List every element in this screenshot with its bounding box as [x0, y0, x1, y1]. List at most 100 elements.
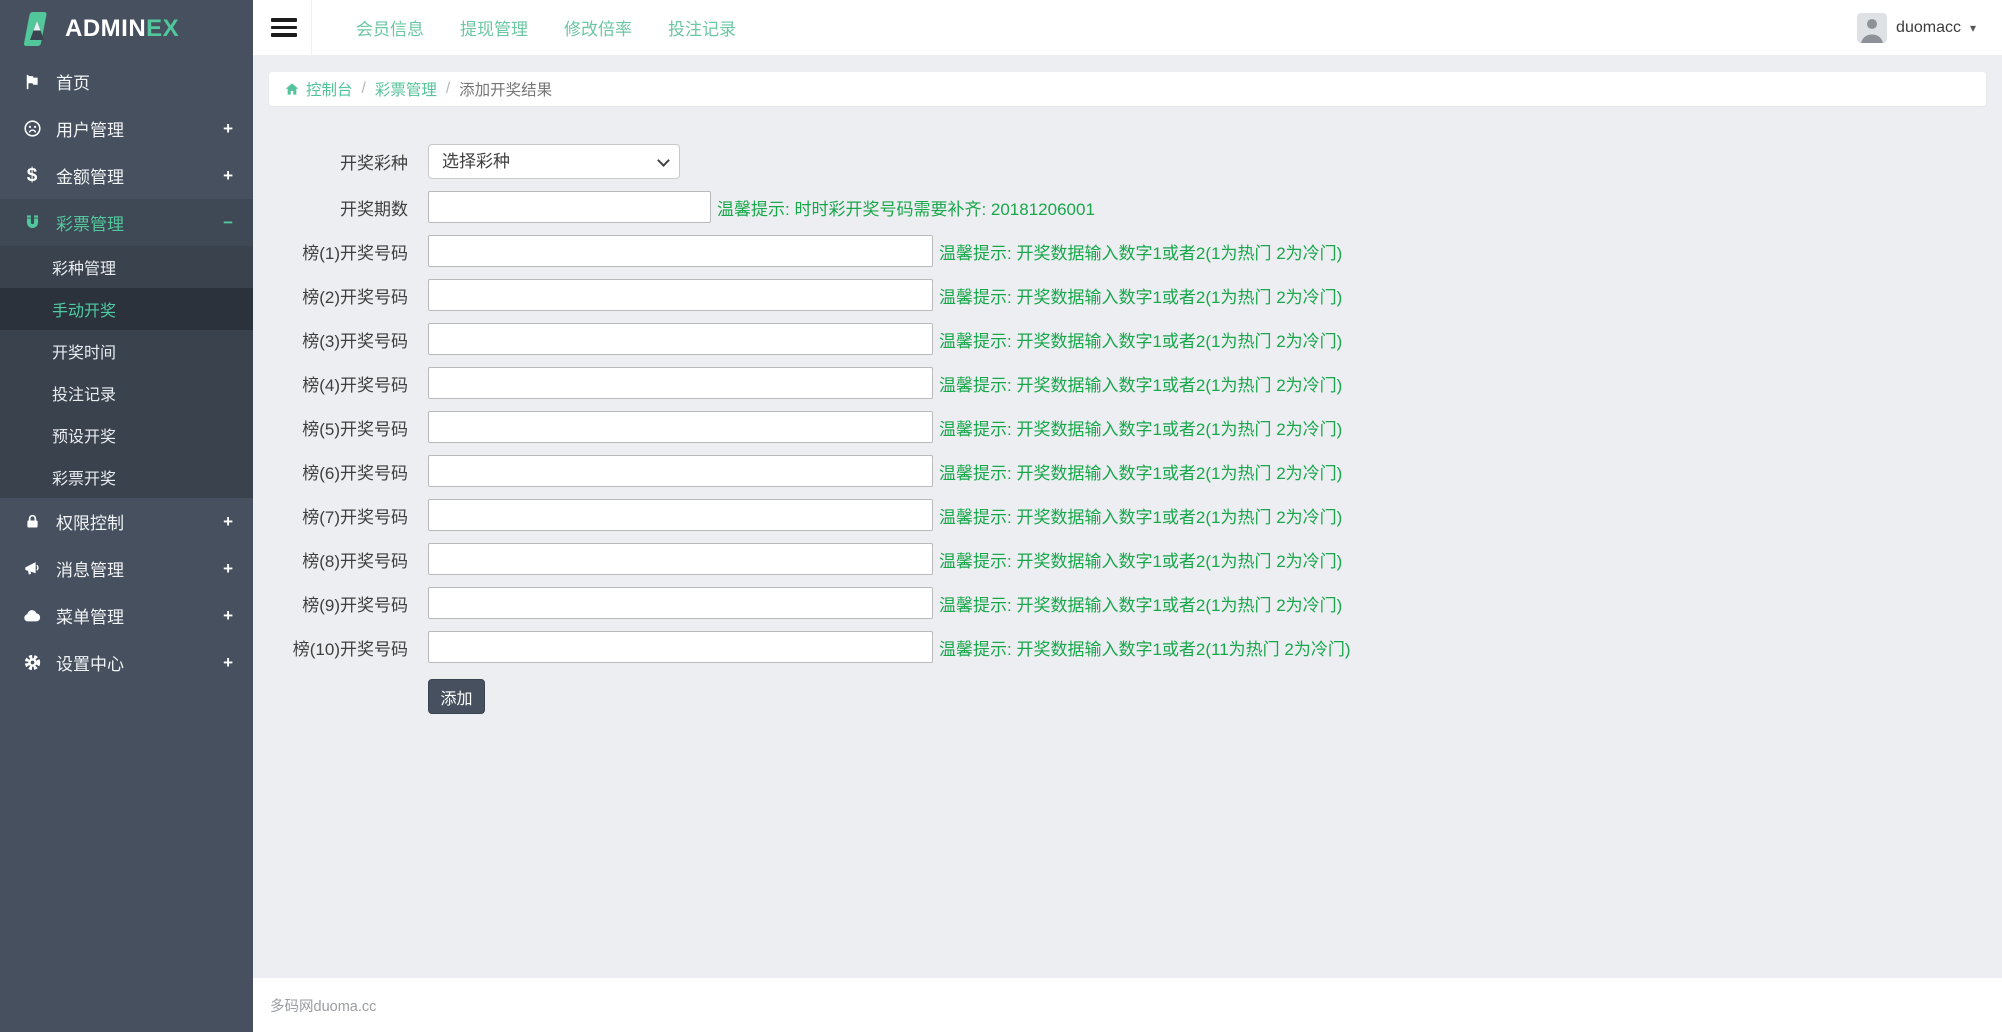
- expand-plus-icon[interactable]: +: [223, 653, 233, 673]
- rank-5-input[interactable]: [428, 411, 933, 443]
- rank-4-hint: 温馨提示: 开奖数据输入数字1或者2(1为热门 2为冷门): [939, 371, 1342, 396]
- nav-link-withdraw-management[interactable]: 提现管理: [460, 15, 528, 40]
- footer-text: 多码网duoma.cc: [270, 995, 376, 1016]
- form-row-rank-6: 榜(6)开奖号码 温馨提示: 开奖数据输入数字1或者2(1为热门 2为冷门): [269, 455, 1986, 487]
- rank-5-label: 榜(5)开奖号码: [269, 415, 408, 440]
- form-row-rank-10: 榜(10)开奖号码 温馨提示: 开奖数据输入数字1或者2(11为热门 2为冷门): [269, 631, 1986, 663]
- top-navbar: 会员信息 提现管理 修改倍率 投注记录 duomacc ▾: [253, 0, 2002, 56]
- rank-2-label: 榜(2)开奖号码: [269, 283, 408, 308]
- sidebar-item-permission-control[interactable]: 权限控制 +: [0, 498, 253, 545]
- logo-text: ADMINEX: [65, 15, 179, 43]
- form-row-rank-2: 榜(2)开奖号码 温馨提示: 开奖数据输入数字1或者2(1为热门 2为冷门): [269, 279, 1986, 311]
- content-area: 控制台 / 彩票管理 / 添加开奖结果 开奖彩种 选择彩种: [253, 56, 2002, 978]
- breadcrumb-link-lottery-management[interactable]: 彩票管理: [375, 78, 437, 100]
- rank-8-hint: 温馨提示: 开奖数据输入数字1或者2(1为热门 2为冷门): [939, 547, 1342, 572]
- sidebar-subitem-lottery-type[interactable]: 彩种管理: [0, 246, 253, 288]
- rank-6-hint: 温馨提示: 开奖数据输入数字1或者2(1为热门 2为冷门): [939, 459, 1342, 484]
- sidebar-subitem-lottery-draw[interactable]: 彩票开奖: [0, 456, 253, 498]
- main-area: 会员信息 提现管理 修改倍率 投注记录 duomacc ▾: [253, 0, 2002, 1032]
- breadcrumb-separator: /: [446, 80, 450, 98]
- navbar-divider: [311, 0, 312, 56]
- issue-number-input[interactable]: [428, 191, 711, 223]
- form-row-rank-5: 榜(5)开奖号码 温馨提示: 开奖数据输入数字1或者2(1为热门 2为冷门): [269, 411, 1986, 443]
- adminex-a-logo-icon: [16, 9, 56, 49]
- sidebar: ADMINEX 首页 用户管理 +: [0, 0, 253, 1032]
- sidebar-item-lottery-management[interactable]: 彩票管理 −: [0, 199, 253, 246]
- issue-number-hint: 温馨提示: 时时彩开奖号码需要补齐: 20181206001: [717, 195, 1095, 220]
- form-row-lottery-type: 开奖彩种 选择彩种: [269, 144, 1986, 179]
- logo[interactable]: ADMINEX: [0, 0, 253, 58]
- sidebar-item-user-management[interactable]: 用户管理 +: [0, 105, 253, 152]
- rank-7-input[interactable]: [428, 499, 933, 531]
- cloud-icon: [20, 606, 44, 626]
- collapse-minus-icon[interactable]: −: [223, 213, 233, 233]
- rank-3-input[interactable]: [428, 323, 933, 355]
- rank-7-label: 榜(7)开奖号码: [269, 503, 408, 528]
- footer: 多码网duoma.cc: [253, 978, 2002, 1032]
- expand-plus-icon[interactable]: +: [223, 166, 233, 186]
- sidebar-subitem-manual-draw[interactable]: 手动开奖: [0, 288, 253, 330]
- rank-8-input[interactable]: [428, 543, 933, 575]
- flag-icon: [20, 73, 44, 91]
- breadcrumb-separator: /: [362, 80, 366, 98]
- rank-9-hint: 温馨提示: 开奖数据输入数字1或者2(1为热门 2为冷门): [939, 591, 1342, 616]
- lottery-submenu: 彩种管理 手动开奖 开奖时间 投注记录 预设开奖 彩票开奖: [0, 246, 253, 498]
- issue-number-label: 开奖期数: [269, 195, 408, 220]
- expand-plus-icon[interactable]: +: [223, 119, 233, 139]
- add-button[interactable]: 添加: [428, 679, 485, 714]
- form-row-rank-7: 榜(7)开奖号码 温馨提示: 开奖数据输入数字1或者2(1为热门 2为冷门): [269, 499, 1986, 531]
- rank-1-hint: 温馨提示: 开奖数据输入数字1或者2(1为热门 2为冷门): [939, 239, 1342, 264]
- sidebar-item-menu-management[interactable]: 菜单管理 +: [0, 592, 253, 639]
- nav-link-modify-odds[interactable]: 修改倍率: [564, 15, 632, 40]
- rank-6-label: 榜(6)开奖号码: [269, 459, 408, 484]
- sidebar-item-message-management[interactable]: 消息管理 +: [0, 545, 253, 592]
- avatar: [1857, 13, 1887, 43]
- form-row-submit: 添加: [269, 679, 1986, 714]
- form-row-rank-1: 榜(1)开奖号码 温馨提示: 开奖数据输入数字1或者2(1为热门 2为冷门): [269, 235, 1986, 267]
- rank-9-input[interactable]: [428, 587, 933, 619]
- rank-1-input[interactable]: [428, 235, 933, 267]
- username: duomacc: [1896, 19, 1961, 37]
- hamburger-menu-icon[interactable]: [271, 18, 297, 37]
- sidebar-subitem-preset-draw[interactable]: 预设开奖: [0, 414, 253, 456]
- sidebar-item-settings-center[interactable]: 设置中心 +: [0, 639, 253, 686]
- breadcrumb-current-page: 添加开奖结果: [459, 78, 552, 100]
- rank-9-label: 榜(9)开奖号码: [269, 591, 408, 616]
- home-icon: [284, 81, 300, 97]
- rank-1-label: 榜(1)开奖号码: [269, 239, 408, 264]
- form-row-rank-4: 榜(4)开奖号码 温馨提示: 开奖数据输入数字1或者2(1为热门 2为冷门): [269, 367, 1986, 399]
- rank-2-hint: 温馨提示: 开奖数据输入数字1或者2(1为热门 2为冷门): [939, 283, 1342, 308]
- sidebar-subitem-draw-time[interactable]: 开奖时间: [0, 330, 253, 372]
- sidebar-item-home[interactable]: 首页: [0, 58, 253, 105]
- add-draw-result-form: 开奖彩种 选择彩种 开奖期数 温馨提示: 时时彩开奖号码需要补齐: 201812…: [269, 144, 1986, 714]
- user-menu[interactable]: duomacc ▾: [1857, 13, 1976, 43]
- rank-2-input[interactable]: [428, 279, 933, 311]
- form-row-rank-9: 榜(9)开奖号码 温馨提示: 开奖数据输入数字1或者2(1为热门 2为冷门): [269, 587, 1986, 619]
- lock-icon: [20, 513, 44, 530]
- megaphone-icon: [20, 559, 44, 578]
- rank-6-input[interactable]: [428, 455, 933, 487]
- rank-4-input[interactable]: [428, 367, 933, 399]
- expand-plus-icon[interactable]: +: [223, 559, 233, 579]
- nav-link-member-info[interactable]: 会员信息: [356, 15, 424, 40]
- expand-plus-icon[interactable]: +: [223, 512, 233, 532]
- magnet-icon: [20, 213, 44, 232]
- app-root: ADMINEX 首页 用户管理 +: [0, 0, 2002, 1032]
- rank-10-input[interactable]: [428, 631, 933, 663]
- rank-5-hint: 温馨提示: 开奖数据输入数字1或者2(1为热门 2为冷门): [939, 415, 1342, 440]
- form-row-issue-number: 开奖期数 温馨提示: 时时彩开奖号码需要补齐: 20181206001: [269, 191, 1986, 223]
- expand-plus-icon[interactable]: +: [223, 606, 233, 626]
- sidebar-nav: 首页 用户管理 + $ 金额管理 +: [0, 58, 253, 686]
- lottery-type-label: 开奖彩种: [269, 149, 408, 174]
- form-row-rank-3: 榜(3)开奖号码 温馨提示: 开奖数据输入数字1或者2(1为热门 2为冷门): [269, 323, 1986, 355]
- lottery-type-select[interactable]: 选择彩种: [428, 144, 680, 179]
- rank-8-label: 榜(8)开奖号码: [269, 547, 408, 572]
- nav-link-bet-records[interactable]: 投注记录: [668, 15, 736, 40]
- sidebar-item-amount-management[interactable]: $ 金额管理 +: [0, 152, 253, 199]
- rank-3-hint: 温馨提示: 开奖数据输入数字1或者2(1为热门 2为冷门): [939, 327, 1342, 352]
- breadcrumb: 控制台 / 彩票管理 / 添加开奖结果: [269, 72, 1986, 106]
- caret-down-icon: ▾: [1970, 21, 1976, 35]
- sidebar-subitem-bet-records[interactable]: 投注记录: [0, 372, 253, 414]
- breadcrumb-link-console[interactable]: 控制台: [306, 78, 353, 100]
- rank-7-hint: 温馨提示: 开奖数据输入数字1或者2(1为热门 2为冷门): [939, 503, 1342, 528]
